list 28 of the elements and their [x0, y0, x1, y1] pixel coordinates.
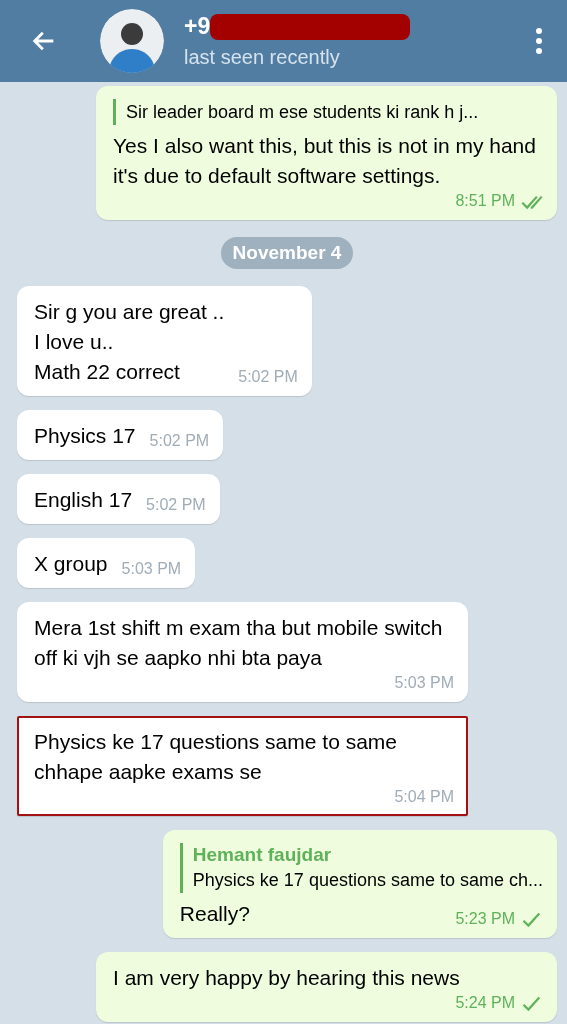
menu-icon[interactable] — [535, 27, 543, 55]
message-text: Yes I also want this, but this is not in my hand it's due to default software settings. — [113, 133, 537, 189]
quoted-sender-name: Hemant faujdar — [192, 843, 333, 867]
contact-name: +9 — [184, 13, 211, 40]
quoted-message-text: Sir leader board m ese students ki rank h j... — [126, 101, 480, 124]
reply-quote[interactable]: Hemant faujdar Physics ke 17 questions same to same ch... — [179, 843, 543, 893]
last-seen-status: last seen recently — [184, 46, 341, 69]
message-text: English 17 — [34, 487, 133, 513]
message-time: 8:51 PM — [455, 191, 515, 211]
message-text: Physics ke 17 questions same to same chhape aapke exams se — [34, 729, 398, 785]
message-time: 5:02 PM — [146, 495, 206, 515]
date-label: November 4 — [220, 237, 354, 269]
message-time: 5:24 PM — [455, 993, 515, 1013]
message-time: 5:03 PM — [394, 673, 454, 693]
message-text: Really? — [179, 901, 251, 927]
message-text: Mera 1st shift m exam tha but mobile switch off ki vjh se aapko nhi bta paya — [34, 615, 444, 671]
message-text: I am very happy by hearing this news — [113, 965, 461, 991]
message-time: 5:03 PM — [121, 559, 182, 579]
avatar[interactable] — [100, 9, 164, 73]
message-time: 5:02 PM — [149, 431, 210, 451]
message-text: X group — [34, 551, 108, 577]
message-time: 5:23 PM — [455, 909, 515, 929]
message-time: 5:02 PM — [238, 367, 298, 387]
quoted-message-text: Physics ke 17 questions same to same ch... — [192, 869, 543, 892]
reply-quote[interactable]: Sir leader board m ese students ki rank h j... — [113, 99, 543, 125]
message-time: 5:04 PM — [394, 787, 454, 807]
message-text: Sir g you are great .. I love u.. Math 22 correct — [34, 299, 225, 385]
message-text: Physics 17 — [34, 423, 136, 449]
